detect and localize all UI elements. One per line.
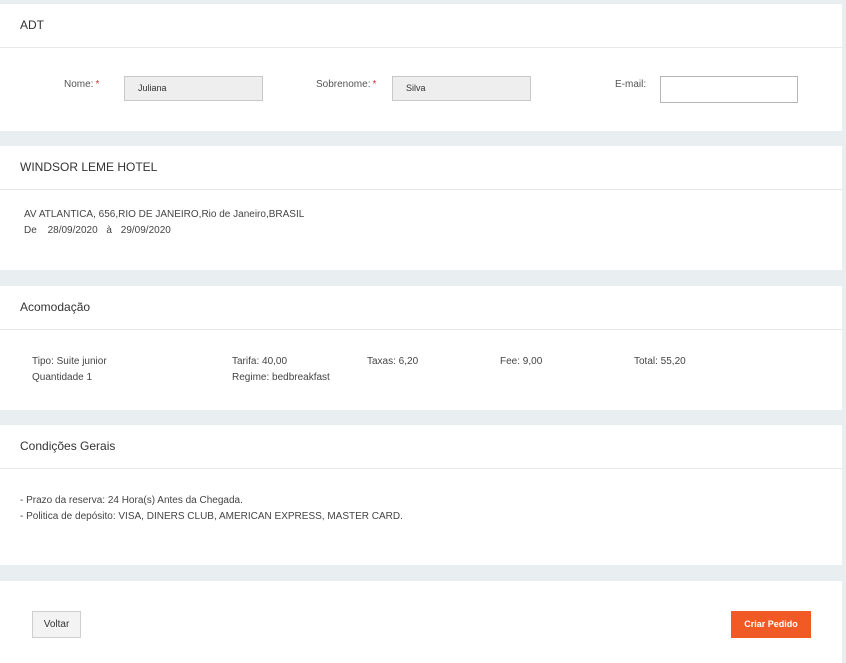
passenger-panel: ADT Nome: * Juliana Sobrenome: * Silva E-m…	[0, 4, 842, 131]
room-type: Tipo: Suite junior	[32, 356, 107, 367]
from-label: De	[24, 225, 37, 236]
create-order-button[interactable]: Criar Pedido	[731, 611, 811, 638]
conditions-title: Condições Gerais	[0, 425, 842, 469]
to-label: à	[106, 225, 112, 236]
room-fee: Fee: 9,00	[500, 356, 543, 367]
check-in-date: 28/09/2020	[47, 225, 98, 236]
hotel-name: WINDSOR LEME HOTEL	[0, 146, 842, 190]
hotel-panel: WINDSOR LEME HOTEL AV ATLANTICA, 656,RIO…	[0, 146, 842, 270]
condition-line: - Politica de depósito: VISA, DINERS CLU…	[20, 511, 403, 522]
room-quantity: Quantidade 1	[32, 372, 93, 383]
actions-panel	[0, 581, 842, 663]
email-input[interactable]	[660, 76, 798, 103]
stay-dates: De 28/09/2020 à 29/09/2020	[24, 225, 171, 236]
passenger-title: ADT	[0, 4, 842, 48]
condition-line: - Prazo da reserva: 24 Hora(s) Antes da …	[20, 495, 243, 506]
first-name-input[interactable]: Juliana	[124, 76, 263, 101]
last-name-label: Sobrenome: *	[316, 79, 377, 90]
back-button[interactable]: Voltar	[32, 611, 81, 638]
room-total: Total: 55,20	[634, 356, 686, 367]
accommodation-panel: Acomodação Tipo: Suite junior Quantidade…	[0, 286, 842, 410]
email-label: E-mail:	[615, 79, 647, 90]
room-taxes: Taxas: 6,20	[367, 356, 419, 367]
room-regime: Regime: bedbreakfast	[232, 372, 330, 383]
room-rate: Tarifa: 40,00	[232, 356, 288, 367]
check-out-date: 29/09/2020	[120, 225, 171, 236]
last-name-input[interactable]: Silva	[392, 76, 531, 101]
accommodation-title: Acomodação	[0, 286, 842, 330]
first-name-label: Nome: *	[64, 79, 100, 90]
conditions-panel: Condições Gerais - Prazo da reserva: 24 …	[0, 425, 842, 565]
hotel-address: AV ATLANTICA, 656,RIO DE JANEIRO,Rio de …	[24, 209, 305, 220]
